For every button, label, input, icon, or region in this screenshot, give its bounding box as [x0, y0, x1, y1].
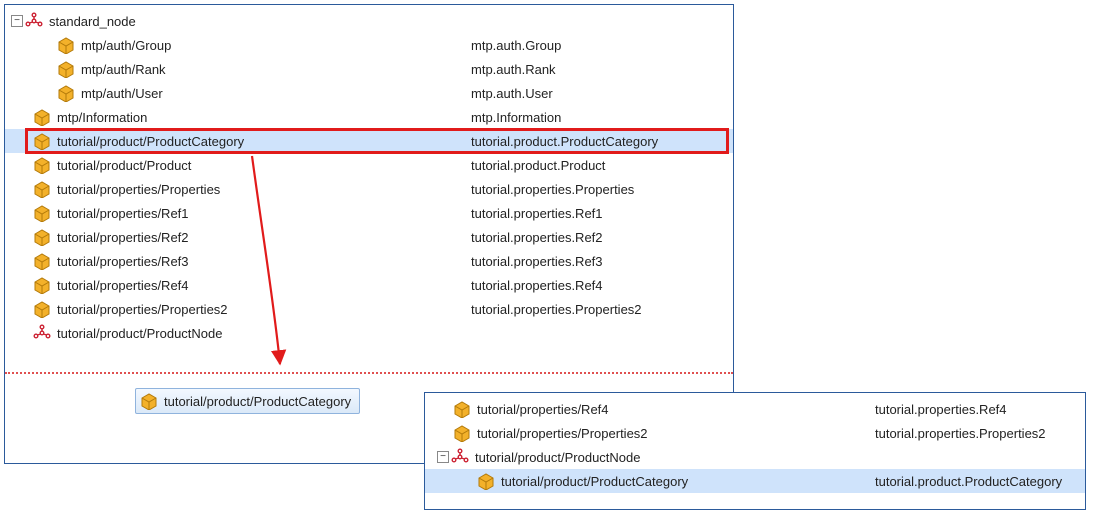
- tree-item-productcategory[interactable]: tutorial/product/ProductCategory tutoria…: [425, 469, 1085, 493]
- tree-item[interactable]: tutorial/product/Product tutorial.produc…: [5, 153, 733, 177]
- drop-indicator: [5, 372, 733, 374]
- tree-item-value: tutorial.properties.Properties: [471, 182, 634, 197]
- tree-item-value: tutorial.properties.Ref2: [471, 230, 603, 245]
- tree-item-value: tutorial.properties.Ref4: [875, 402, 1007, 417]
- tree-item-value: tutorial.properties.Ref1: [471, 206, 603, 221]
- tree-item-label: tutorial/properties/Properties2: [477, 426, 648, 441]
- tree-item[interactable]: tutorial/properties/Ref3 tutorial.proper…: [5, 249, 733, 273]
- node-icon: [25, 12, 43, 30]
- tree-item-label: tutorial/properties/Properties2: [57, 302, 228, 317]
- package-icon: [33, 276, 51, 294]
- package-icon: [33, 228, 51, 246]
- package-icon: [33, 108, 51, 126]
- tree-item-value: mtp.auth.Group: [471, 38, 561, 53]
- package-icon: [477, 472, 495, 490]
- tree-item-value: tutorial.product.ProductCategory: [875, 474, 1062, 489]
- package-icon: [57, 60, 75, 78]
- tree-item-label: mtp/Information: [57, 110, 147, 125]
- tree-item[interactable]: tutorial/properties/Properties2 tutorial…: [5, 297, 733, 321]
- tree-panel-secondary: tutorial/properties/Ref4 tutorial.proper…: [424, 392, 1086, 510]
- tree-item-label: tutorial/product/ProductCategory: [57, 134, 244, 149]
- tree-item[interactable]: mtp/auth/Group mtp.auth.Group: [5, 33, 733, 57]
- tree-item-productnode[interactable]: − tutorial/product/ProductNode: [425, 445, 1085, 469]
- tree-item-value: tutorial.properties.Ref3: [471, 254, 603, 269]
- tree-item[interactable]: mtp/auth/User mtp.auth.User: [5, 81, 733, 105]
- tree-item-value: mtp.Information: [471, 110, 561, 125]
- tree-item[interactable]: tutorial/properties/Ref4 tutorial.proper…: [5, 273, 733, 297]
- tree-item-value: mtp.auth.User: [471, 86, 553, 101]
- collapse-icon[interactable]: −: [437, 451, 449, 463]
- tree-item[interactable]: tutorial/properties/Properties tutorial.…: [5, 177, 733, 201]
- package-icon: [453, 424, 471, 442]
- tree-root-row[interactable]: − standard_node: [5, 9, 733, 33]
- tree-item-label: mtp/auth/Rank: [81, 62, 166, 77]
- tree-item-label: tutorial/properties/Properties: [57, 182, 220, 197]
- tree-item[interactable]: mtp/Information mtp.Information: [5, 105, 733, 129]
- node-icon: [451, 448, 469, 466]
- tree-item-value: tutorial.properties.Properties2: [875, 426, 1046, 441]
- tree-item-label: tutorial/product/ProductNode: [475, 450, 640, 465]
- tree-item-label: tutorial/properties/Ref4: [477, 402, 609, 417]
- package-icon: [57, 84, 75, 102]
- package-icon: [57, 36, 75, 54]
- node-icon: [33, 324, 51, 342]
- drag-ghost-label: tutorial/product/ProductCategory: [164, 394, 351, 409]
- tree-item[interactable]: tutorial/properties/Ref2 tutorial.proper…: [5, 225, 733, 249]
- tree-item[interactable]: tutorial/properties/Ref4 tutorial.proper…: [425, 397, 1085, 421]
- tree-item[interactable]: tutorial/properties/Properties2 tutorial…: [425, 421, 1085, 445]
- tree-item-label: tutorial/product/Product: [57, 158, 191, 173]
- tree-item[interactable]: mtp/auth/Rank mtp.auth.Rank: [5, 57, 733, 81]
- tree-item-productcategory[interactable]: tutorial/product/ProductCategory tutoria…: [5, 129, 733, 153]
- tree-item-value: tutorial.properties.Ref4: [471, 278, 603, 293]
- tree-item[interactable]: tutorial/properties/Ref1 tutorial.proper…: [5, 201, 733, 225]
- tree-item-label: tutorial/properties/Ref3: [57, 254, 189, 269]
- package-icon: [33, 132, 51, 150]
- package-icon: [140, 392, 158, 410]
- tree-item-value: tutorial.product.Product: [471, 158, 605, 173]
- package-icon: [453, 400, 471, 418]
- tree-item-label: tutorial/product/ProductCategory: [501, 474, 688, 489]
- tree-item-label: tutorial/product/ProductNode: [57, 326, 222, 341]
- tree-root-label: standard_node: [49, 14, 136, 29]
- tree-item-value: mtp.auth.Rank: [471, 62, 556, 77]
- tree-item-label: mtp/auth/User: [81, 86, 163, 101]
- tree-item-value: tutorial.product.ProductCategory: [471, 134, 658, 149]
- tree-item-label: tutorial/properties/Ref1: [57, 206, 189, 221]
- package-icon: [33, 204, 51, 222]
- package-icon: [33, 252, 51, 270]
- package-icon: [33, 300, 51, 318]
- drag-ghost[interactable]: tutorial/product/ProductCategory: [135, 388, 360, 414]
- collapse-icon[interactable]: −: [11, 15, 23, 27]
- tree-item-productnode[interactable]: tutorial/product/ProductNode: [5, 321, 733, 345]
- tree-item-label: mtp/auth/Group: [81, 38, 171, 53]
- tree-item-label: tutorial/properties/Ref4: [57, 278, 189, 293]
- package-icon: [33, 180, 51, 198]
- tree-item-label: tutorial/properties/Ref2: [57, 230, 189, 245]
- tree-item-value: tutorial.properties.Properties2: [471, 302, 642, 317]
- package-icon: [33, 156, 51, 174]
